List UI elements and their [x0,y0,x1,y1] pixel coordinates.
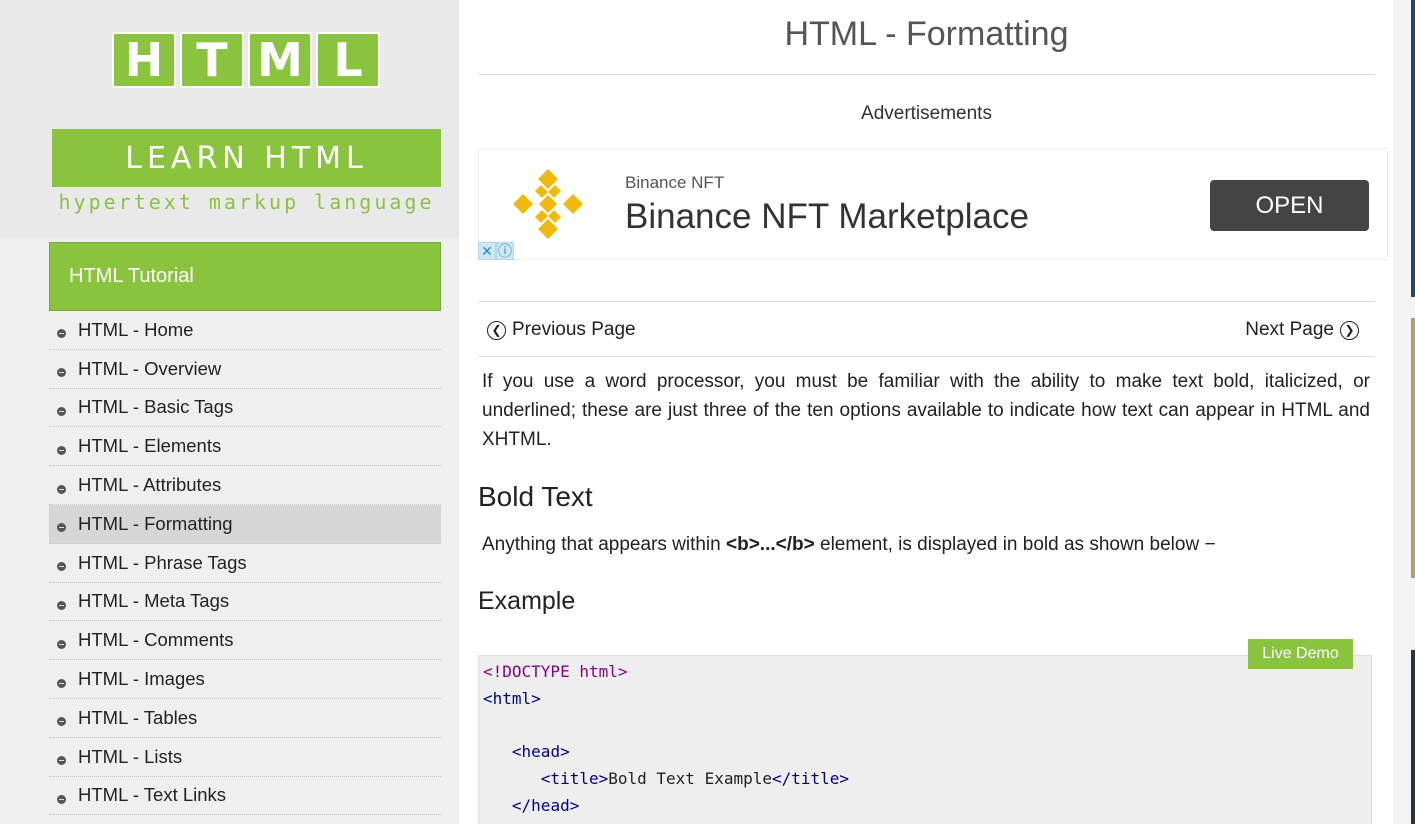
bullet-icon [57,484,66,494]
sidebar-item[interactable]: HTML - Formatting [49,504,441,544]
sidebar-item[interactable]: HTML - Overview [49,350,441,389]
logo-subtitle: hypertext markup language [58,190,435,214]
tutorial-header[interactable]: HTML Tutorial [49,242,441,311]
binance-logo-icon [513,169,583,239]
edge-panel-dark [1411,0,1415,297]
sidebar-item[interactable]: HTML - Text Links [49,777,441,816]
bullet-icon [57,406,66,416]
code-line: <!DOCTYPE html> [483,659,1371,686]
chevron-right-icon: ❯ [1340,320,1359,340]
logo-tile-m: M [248,32,312,88]
bullet-icon [57,329,66,339]
ad-brand-small: Binance NFT [625,173,725,192]
sidebar-item-label: HTML - Attributes [78,474,222,496]
code-token: <!DOCTYPE html> [483,662,628,681]
page-navigation: ❮ Previous Page Next Page ❯ [478,301,1375,357]
next-page-link[interactable]: Next Page ❯ [1245,319,1359,341]
code-token: </head> [511,795,580,815]
sidebar-item[interactable]: HTML - Home [49,311,441,350]
sidebar-item-label: HTML - Tables [78,706,198,728]
sidebar-item-label: HTML - Meta Tags [78,590,230,612]
sidebar-item-label: HTML - Home [78,318,194,340]
ad-close-icon[interactable]: ✕ [478,242,496,260]
previous-page-label: Previous Page [512,319,636,340]
bold-text-description: Anything that appears within <b>...</b> … [482,534,1216,556]
code-block: <!DOCTYPE html> <html> <head> <title>Bold… [478,655,1372,824]
ad-open-button[interactable]: OPEN [1210,180,1369,231]
sidebar-item-label: HTML - Text Links [78,784,227,806]
sidebar-item[interactable]: HTML - Meta Tags [49,583,441,622]
logo-tile-h: H [112,32,176,88]
sidebar-item[interactable]: HTML - Elements [49,427,441,467]
bold-desc-code: <b>...</b> [726,534,815,555]
logo-tile-l: L [316,32,380,88]
code-line: <html> [483,686,1371,713]
sidebar-item[interactable]: HTML - Comments [49,621,441,661]
sidebar-nav: HTML - Home HTML - Overview HTML - Basic T… [49,311,441,816]
sidebar-item[interactable]: HTML - Lists [49,738,441,777]
page-title: HTML - Formatting [478,0,1375,75]
next-page-label: Next Page [1245,319,1334,340]
bullet-icon [57,717,66,727]
sidebar-item-label: HTML - Elements [78,435,222,457]
ad-brand-title: Binance NFT Marketplace [625,197,1029,236]
code-line: <title>Bold Text Example</title> [483,766,1371,793]
edge-panel-image-2 [1411,650,1415,824]
example-heading: Example [478,587,576,615]
code-token: </title> [772,769,850,789]
bold-text-heading: Bold Text [478,481,593,512]
sidebar: H T M L LEARN HTML hypertext markup lang… [0,0,459,824]
sidebar-item[interactable]: HTML - Attributes [49,466,441,505]
main-content: HTML - Formatting Advertisements Binance… [478,0,1388,824]
bold-desc-before: Anything that appears within [482,534,726,555]
bullet-icon [57,756,66,766]
sidebar-item[interactable]: HTML - Images [49,660,441,699]
code-line: <head> [483,739,1371,766]
edge-panel-image [1411,318,1415,578]
sidebar-item-label: HTML - Basic Tags [78,396,234,418]
sidebar-item-label: HTML - Overview [78,357,222,379]
sidebar-item[interactable]: HTML - Basic Tags [49,389,441,428]
sidebar-item-label: HTML - Lists [78,745,183,767]
ad-info-icon[interactable]: ⓘ [496,242,514,260]
bullet-icon [57,445,66,455]
sidebar-item[interactable]: HTML - Phrase Tags [49,544,441,583]
bullet-icon [57,678,66,688]
bullet-icon [57,639,66,649]
logo-tiles: H T M L [112,32,380,88]
bullet-icon [57,600,66,610]
right-edge-strip [1393,0,1415,824]
sidebar-item-label: HTML - Images [78,668,205,690]
sidebar-item-label: HTML - Phrase Tags [78,551,247,573]
previous-page-link[interactable]: ❮ Previous Page [487,319,636,341]
ad-banner[interactable]: Binance NFT Binance NFT Marketplace OPEN [478,148,1388,260]
bullet-icon [57,523,66,533]
code-token: <title> [540,769,609,789]
sidebar-item[interactable]: HTML - Tables [49,699,441,738]
bullet-icon [57,368,66,378]
code-line: </head> [483,793,1371,820]
code-token: Bold Text Example [608,769,772,789]
logo-tile-t: T [180,32,244,88]
intro-paragraph: If you use a word processor, you must be… [482,371,1370,450]
live-demo-button[interactable]: Live Demo [1248,639,1353,669]
site-logo[interactable]: H T M L LEARN HTML hypertext markup lang… [0,0,459,238]
sidebar-item-label: HTML - Comments [78,629,234,651]
code-token: <html> [483,688,541,708]
ads-label: Advertisements [861,103,992,124]
bullet-icon [57,794,66,804]
ad-controls: ✕ ⓘ [478,242,514,260]
bullet-icon [57,562,66,572]
chevron-left-icon: ❮ [487,320,506,340]
logo-learn-band: LEARN HTML [52,129,441,187]
sidebar-item-label: HTML - Formatting [78,512,233,534]
bold-desc-after: element, is displayed in bold as shown b… [814,534,1216,555]
code-token: <head> [511,742,570,762]
